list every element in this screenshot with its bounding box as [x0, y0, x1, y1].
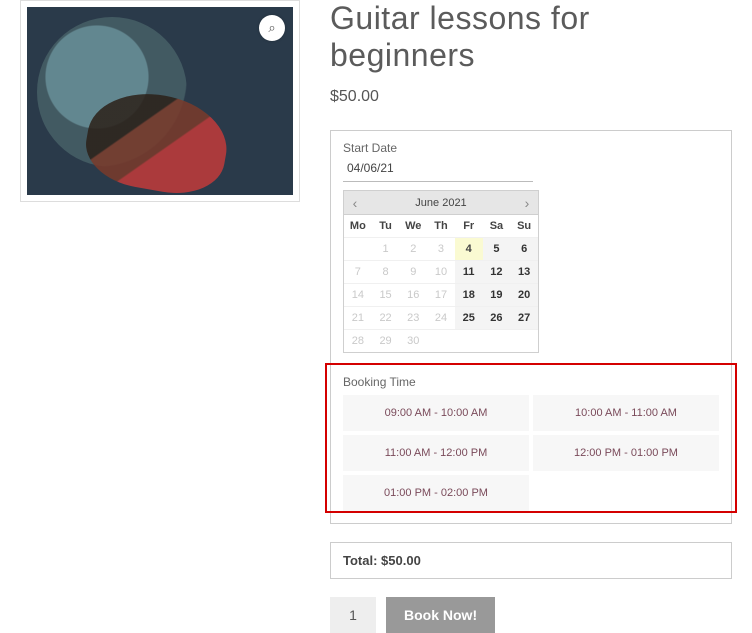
calendar-day: 7: [344, 260, 372, 283]
calendar-dow: Tu: [372, 215, 400, 237]
product-image[interactable]: [27, 7, 293, 195]
calendar-day[interactable]: 26: [483, 306, 511, 329]
calendar-dow: Fr: [455, 215, 483, 237]
booking-box: Start Date 04/06/21 ‹ June 2021 › MoTuWe…: [330, 130, 732, 524]
calendar-dow: Su: [510, 215, 538, 237]
calendar-dow: Th: [427, 215, 455, 237]
calendar-day: 2: [399, 237, 427, 260]
calendar-day: 3: [427, 237, 455, 260]
calendar-day: [427, 329, 455, 352]
start-date-label: Start Date: [343, 141, 719, 155]
calendar-day[interactable]: 12: [483, 260, 511, 283]
calendar-day: [455, 329, 483, 352]
start-date-input[interactable]: 04/06/21: [343, 157, 533, 182]
calendar-dow: Mo: [344, 215, 372, 237]
time-slot[interactable]: 12:00 PM - 01:00 PM: [533, 435, 719, 471]
time-slot[interactable]: 09:00 AM - 10:00 AM: [343, 395, 529, 431]
calendar-day: 17: [427, 283, 455, 306]
calendar-day: 24: [427, 306, 455, 329]
calendar-day[interactable]: 25: [455, 306, 483, 329]
calendar-day: 14: [344, 283, 372, 306]
calendar-day: 30: [399, 329, 427, 352]
calendar-day: 22: [372, 306, 400, 329]
calendar-dow: We: [399, 215, 427, 237]
calendar-day[interactable]: 27: [510, 306, 538, 329]
calendar-day[interactable]: 4: [455, 237, 483, 260]
calendar-day: 16: [399, 283, 427, 306]
calendar-day: [344, 237, 372, 260]
calendar-day: [510, 329, 538, 352]
calendar-day: 10: [427, 260, 455, 283]
calendar-day[interactable]: 5: [483, 237, 511, 260]
calendar-day[interactable]: 11: [455, 260, 483, 283]
calendar-day: [483, 329, 511, 352]
calendar-day: 1: [372, 237, 400, 260]
calendar-day: 29: [372, 329, 400, 352]
time-slot[interactable]: 11:00 AM - 12:00 PM: [343, 435, 529, 471]
book-now-button[interactable]: Book Now!: [386, 597, 495, 633]
calendar-day: 28: [344, 329, 372, 352]
calendar-day: 8: [372, 260, 400, 283]
zoom-icon[interactable]: ⌕: [259, 15, 285, 41]
product-image-frame: ⌕: [20, 0, 300, 202]
booking-time-section: Booking Time 09:00 AM - 10:00 AM10:00 AM…: [343, 369, 719, 511]
calendar-day: 9: [399, 260, 427, 283]
page-title: Guitar lessons for beginners: [330, 0, 732, 74]
calendar-day[interactable]: 18: [455, 283, 483, 306]
calendar-day[interactable]: 20: [510, 283, 538, 306]
calendar-day: 15: [372, 283, 400, 306]
calendar-day[interactable]: 6: [510, 237, 538, 260]
calendar-prev-icon[interactable]: ‹: [344, 196, 366, 210]
calendar-day: 21: [344, 306, 372, 329]
total-value: $50.00: [381, 553, 421, 568]
calendar-next-icon[interactable]: ›: [516, 196, 538, 210]
calendar-dow: Sa: [483, 215, 511, 237]
time-slot[interactable]: 01:00 PM - 02:00 PM: [343, 475, 529, 511]
product-price: $50.00: [330, 88, 732, 106]
calendar-title: June 2021: [366, 197, 516, 209]
calendar-day[interactable]: 13: [510, 260, 538, 283]
booking-time-label: Booking Time: [343, 375, 719, 389]
total-label: Total:: [343, 553, 377, 568]
calendar: ‹ June 2021 › MoTuWeThFrSaSu 12345678910…: [343, 190, 539, 353]
calendar-day[interactable]: 19: [483, 283, 511, 306]
calendar-day: 23: [399, 306, 427, 329]
total-box: Total: $50.00: [330, 542, 732, 579]
time-slot[interactable]: 10:00 AM - 11:00 AM: [533, 395, 719, 431]
quantity-input[interactable]: [330, 597, 376, 633]
